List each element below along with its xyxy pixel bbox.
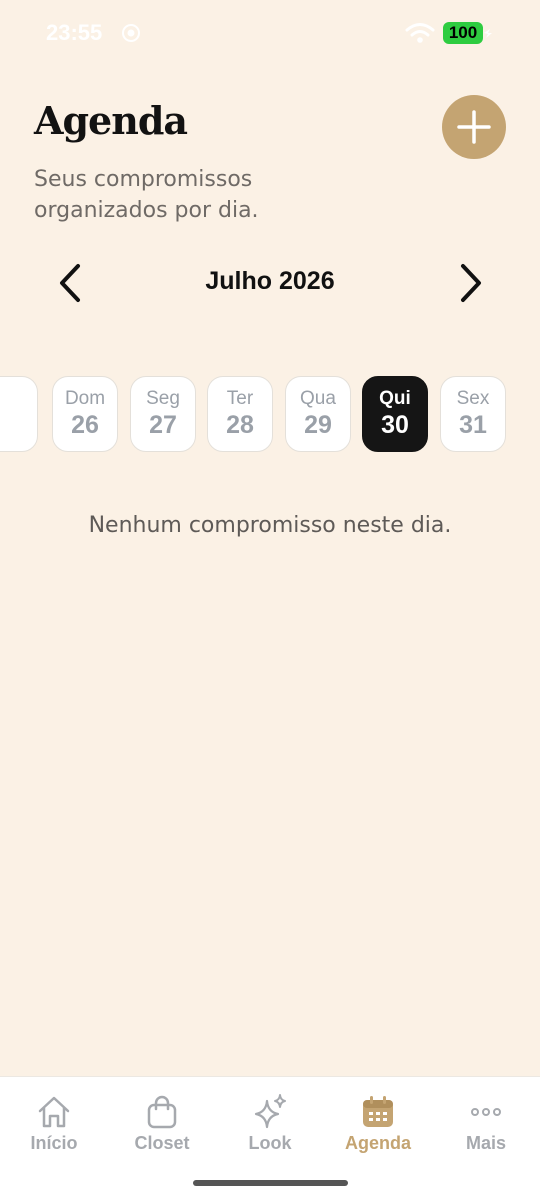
day-chip-selected[interactable]: Qui 30 [362,376,428,452]
battery-level: 100 [448,23,478,42]
tab-mais[interactable]: Mais [436,1093,536,1163]
day-chip-weekday: Ter [226,388,254,409]
status-time: 23:55 [46,20,103,45]
charging-icon [484,29,492,38]
bottom-tab-bar: Início Closet Look Agenda Mais [0,1076,540,1200]
status-bar: 23:55 100 [0,0,540,68]
month-navigation: Julho 2026 [0,255,540,311]
tab-label: Closet [134,1133,190,1153]
tab-closet[interactable]: Closet [112,1093,212,1163]
more-dots-icon [471,1108,501,1116]
day-strip[interactable]: Dom 26 Seg 27 Ter 28 Qua 29 Qui 30 Sex 3… [0,376,540,452]
sparkles-icon [254,1094,286,1129]
day-chip-weekday: Dom [64,388,106,409]
battery-indicator: 100 [443,22,483,44]
wifi-icon [405,23,435,43]
day-chip[interactable]: Sex 31 [440,376,506,452]
plus-icon [457,110,491,144]
day-chip[interactable]: Seg 27 [130,376,196,452]
page-title: Agenda [34,98,188,143]
empty-state-message: Nenhum compromisso neste dia. [88,513,452,538]
day-chip-previous[interactable] [0,376,38,452]
day-chip-number: 29 [304,411,332,439]
day-chip[interactable]: Qua 29 [285,376,351,452]
day-chip[interactable]: Ter 28 [207,376,273,452]
day-chip-number: 28 [226,411,254,439]
tab-label: Look [248,1133,292,1153]
calendar-icon [363,1096,393,1127]
shopping-bag-icon [147,1095,177,1129]
day-chip-number: 31 [459,411,487,439]
tab-label: Início [30,1133,78,1153]
day-chip-weekday: Qua [300,388,336,409]
day-chip-weekday: Qui [379,388,411,409]
day-chip-number: 26 [71,411,99,439]
day-chip-number: 27 [149,411,177,439]
add-appointment-button[interactable] [442,95,506,159]
tab-agenda[interactable]: Agenda [328,1093,428,1163]
day-chip-weekday: Sex [456,388,490,409]
home-icon [38,1096,70,1128]
chevron-right-icon [461,264,481,302]
tab-label: Mais [465,1133,507,1153]
tab-inicio[interactable]: Início [4,1093,104,1163]
home-indicator [193,1180,348,1186]
page-subtitle: Seus compromissos organizados por dia. [34,167,259,223]
tab-label: Agenda [344,1133,411,1153]
day-chip-number: 30 [381,411,409,439]
day-chip-weekday: Seg [146,388,180,409]
tab-look[interactable]: Look [220,1093,320,1163]
next-month-button[interactable] [449,261,493,305]
day-chip[interactable]: Dom 26 [52,376,118,452]
location-icon [122,24,140,42]
